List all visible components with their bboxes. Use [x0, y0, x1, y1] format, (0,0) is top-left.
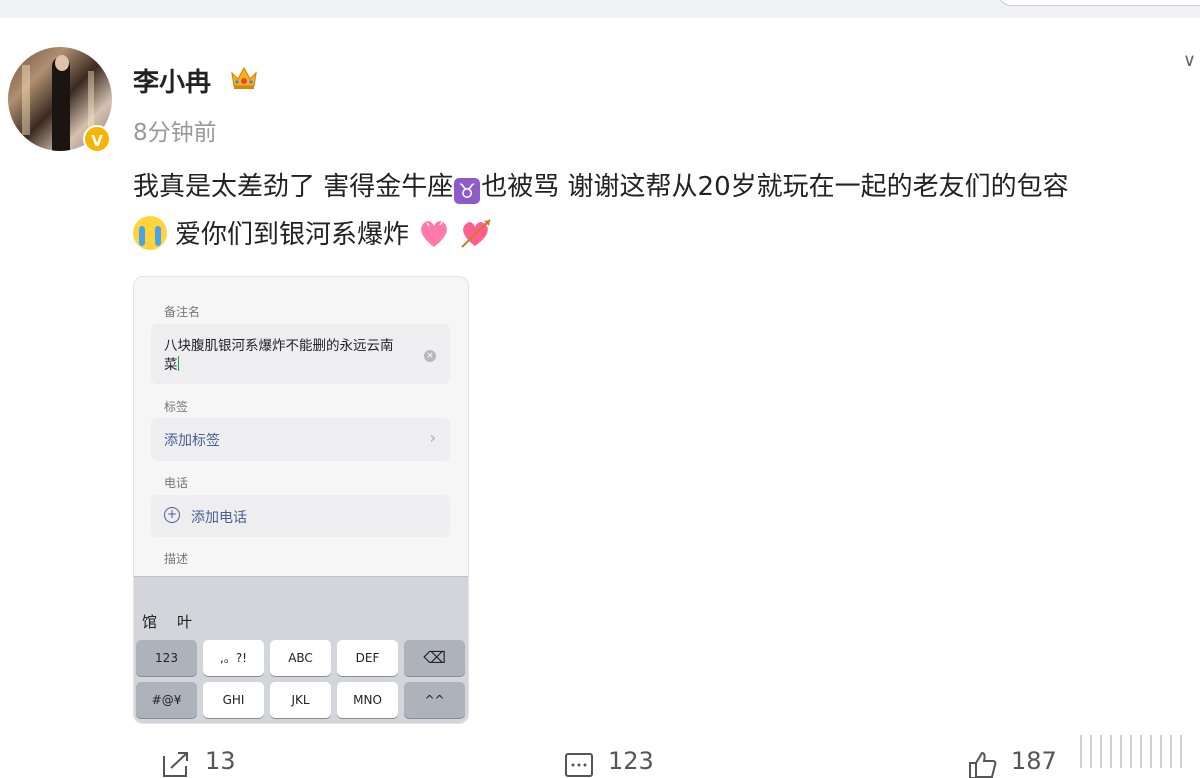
candidate-word[interactable]: 馆 [142, 611, 157, 632]
key-mno[interactable]: MNO [337, 682, 398, 718]
heart-arrow-emoji [461, 218, 491, 248]
key-punctuation[interactable]: ,。?! [203, 640, 264, 676]
key-caret[interactable]: ^^ [404, 682, 465, 718]
tag-label: 标签 [164, 400, 189, 414]
repost-button[interactable]: 13 [161, 744, 236, 778]
remark-label: 备注名 [164, 305, 201, 319]
text-caret [177, 356, 179, 371]
verified-badge-icon: V [83, 125, 111, 153]
clear-icon[interactable]: × [424, 350, 436, 362]
comment-icon [565, 753, 593, 777]
post-text-line2: 爱你们到银河系爆炸 [133, 214, 493, 251]
crown-icon [231, 66, 257, 89]
key-jkl[interactable]: JKL [270, 682, 331, 718]
phone-label: 电话 [164, 476, 189, 490]
post-timestamp[interactable]: 8分钟前 [133, 113, 217, 147]
heart-emoji [421, 220, 447, 247]
like-count: 187 [1011, 747, 1057, 775]
post-text-part: 也被骂 谢谢这帮从20岁就玩在一起的老友们的包容 [481, 172, 1069, 202]
thumbs-up-icon [969, 751, 997, 778]
repost-icon [163, 752, 188, 777]
add-tag-text: 添加标签 [164, 433, 220, 449]
post-text-part: 爱你们到银河系爆炸 [175, 220, 410, 250]
comment-button[interactable]: 123 [564, 744, 654, 778]
username[interactable]: 李小冉 [133, 62, 211, 99]
action-bar: 13 123 187 [0, 744, 1200, 778]
search-box-edge[interactable] [998, 0, 1200, 6]
post-text-part: 我真是太差劲了 害得金牛座 [133, 172, 454, 202]
comment-count: 123 [608, 747, 654, 775]
add-phone-row[interactable]: + 添加电话 [151, 495, 450, 537]
key-def[interactable]: DEF [337, 640, 398, 676]
post-image[interactable]: 备注名 八块腹肌银河系爆炸不能删的永远云南菜 × 标签 添加标签 › 电话 + … [133, 276, 469, 724]
watermark-overlay [1080, 735, 1188, 768]
avatar-figure [52, 57, 70, 151]
more-chevron-icon[interactable]: ∨ [1183, 50, 1196, 71]
key-abc[interactable]: ABC [270, 640, 331, 676]
add-phone-text: 添加电话 [191, 510, 247, 526]
candidate-word[interactable]: 叶 [177, 611, 192, 632]
crying-emoji [133, 215, 167, 250]
description-label: 描述 [164, 552, 189, 566]
avatar-background [22, 65, 30, 135]
like-button[interactable]: 187 [967, 744, 1057, 778]
avatar-head [55, 55, 69, 71]
keyboard: 馆 叶 123 ,。?! ABC DEF ⌫ #@¥ GHI JKL MNO ^… [134, 576, 468, 723]
chevron-right-icon: › [429, 428, 436, 447]
backspace-icon[interactable]: ⌫ [404, 640, 465, 676]
remark-value: 八块腹肌银河系爆炸不能删的永远云南菜 [164, 337, 404, 375]
key-123[interactable]: 123 [136, 640, 197, 676]
key-symbols[interactable]: #@¥ [136, 682, 197, 718]
add-tag-row[interactable]: 添加标签 › [151, 418, 450, 461]
key-ghi[interactable]: GHI [203, 682, 264, 718]
remark-value-text: 八块腹肌银河系爆炸不能删的永远云南菜 [164, 338, 394, 373]
remark-field[interactable]: 八块腹肌银河系爆炸不能删的永远云南菜 × [151, 324, 450, 384]
repost-count: 13 [205, 747, 236, 775]
taurus-emoji: ♉ [454, 178, 481, 204]
post-text-line1: 我真是太差劲了 害得金牛座 ♉ 也被骂 谢谢这帮从20岁就玩在一起的老友们的包容 [133, 166, 1069, 204]
plus-circle-icon: + [164, 507, 180, 523]
